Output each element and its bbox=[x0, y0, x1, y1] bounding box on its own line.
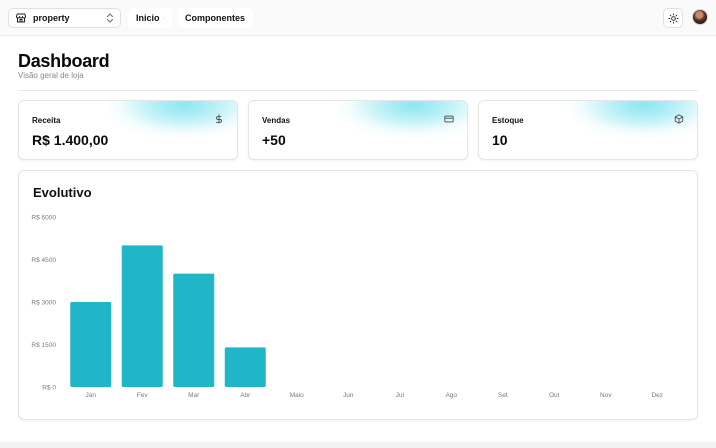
bar-abr[interactable] bbox=[224, 347, 266, 387]
sun-icon bbox=[668, 13, 679, 24]
nav-inicio-button[interactable]: Inicio bbox=[128, 8, 172, 28]
card-label: Estoque bbox=[492, 116, 524, 125]
store-select[interactable]: property bbox=[8, 8, 121, 28]
bottom-strip bbox=[0, 442, 716, 448]
nav-componentes-label: Componentes bbox=[185, 13, 246, 23]
y-tick-label: R$ 6000 bbox=[31, 215, 56, 222]
page-subtitle: Visão geral de loja bbox=[18, 71, 84, 80]
page-title: Dashboard bbox=[18, 51, 110, 71]
theme-toggle-button[interactable] bbox=[663, 8, 683, 28]
bar-mar[interactable] bbox=[173, 273, 215, 387]
box-icon bbox=[674, 114, 684, 124]
header-divider bbox=[18, 90, 698, 91]
x-tick-label: Mar bbox=[188, 392, 200, 399]
store-icon bbox=[16, 13, 26, 23]
x-tick-label: Fev bbox=[137, 392, 149, 399]
store-select-label: property bbox=[33, 13, 70, 23]
y-tick-label: R$ 1500 bbox=[31, 342, 56, 349]
chart-card: Evolutivo R$ 0 R$ 1500 R$ 3000 R$ 4500 R$ 60… bbox=[18, 170, 698, 420]
x-tick-label: Ago bbox=[445, 392, 457, 399]
bar-fev[interactable] bbox=[121, 245, 163, 387]
avatar[interactable] bbox=[692, 9, 708, 25]
bar-jan[interactable] bbox=[70, 302, 112, 387]
card-value: +50 bbox=[262, 132, 286, 148]
card-vendas: Vendas +50 bbox=[248, 100, 468, 160]
x-tick-label: Nov bbox=[600, 392, 612, 399]
dollar-icon bbox=[216, 114, 222, 124]
nav-componentes-button[interactable]: Componentes bbox=[177, 8, 253, 28]
y-tick-label: R$ 3000 bbox=[31, 300, 56, 307]
chevrons-up-down-icon bbox=[106, 13, 114, 23]
card-estoque: Estoque 10 bbox=[478, 100, 698, 160]
card-label: Receita bbox=[32, 116, 61, 125]
x-tick-label: Jan bbox=[86, 392, 97, 399]
nav-inicio-label: Inicio bbox=[136, 13, 160, 23]
y-tick-label: R$ 4500 bbox=[31, 257, 56, 264]
card-receita: Receita R$ 1.400,00 bbox=[18, 100, 238, 160]
top-bar: property Inicio Componentes bbox=[0, 0, 716, 36]
card-label: Vendas bbox=[262, 116, 291, 125]
x-tick-label: Set bbox=[498, 392, 508, 399]
x-tick-label: Out bbox=[549, 392, 560, 399]
x-tick-label: Abr bbox=[240, 392, 251, 399]
x-tick-label: Maio bbox=[290, 392, 304, 399]
x-tick-label: Jun bbox=[343, 392, 354, 399]
credit-card-icon bbox=[444, 115, 454, 123]
y-tick-label: R$ 0 bbox=[42, 385, 56, 392]
chevron-down-icon bbox=[162, 17, 164, 19]
bar-chart: R$ 0 R$ 1500 R$ 3000 R$ 4500 R$ 6000 Jan Fev Ma… bbox=[31, 215, 663, 400]
x-tick-label: Dez bbox=[651, 392, 663, 399]
card-value: 10 bbox=[492, 132, 508, 148]
x-tick-label: Jul bbox=[396, 392, 405, 399]
card-value: R$ 1.400,00 bbox=[32, 132, 109, 148]
